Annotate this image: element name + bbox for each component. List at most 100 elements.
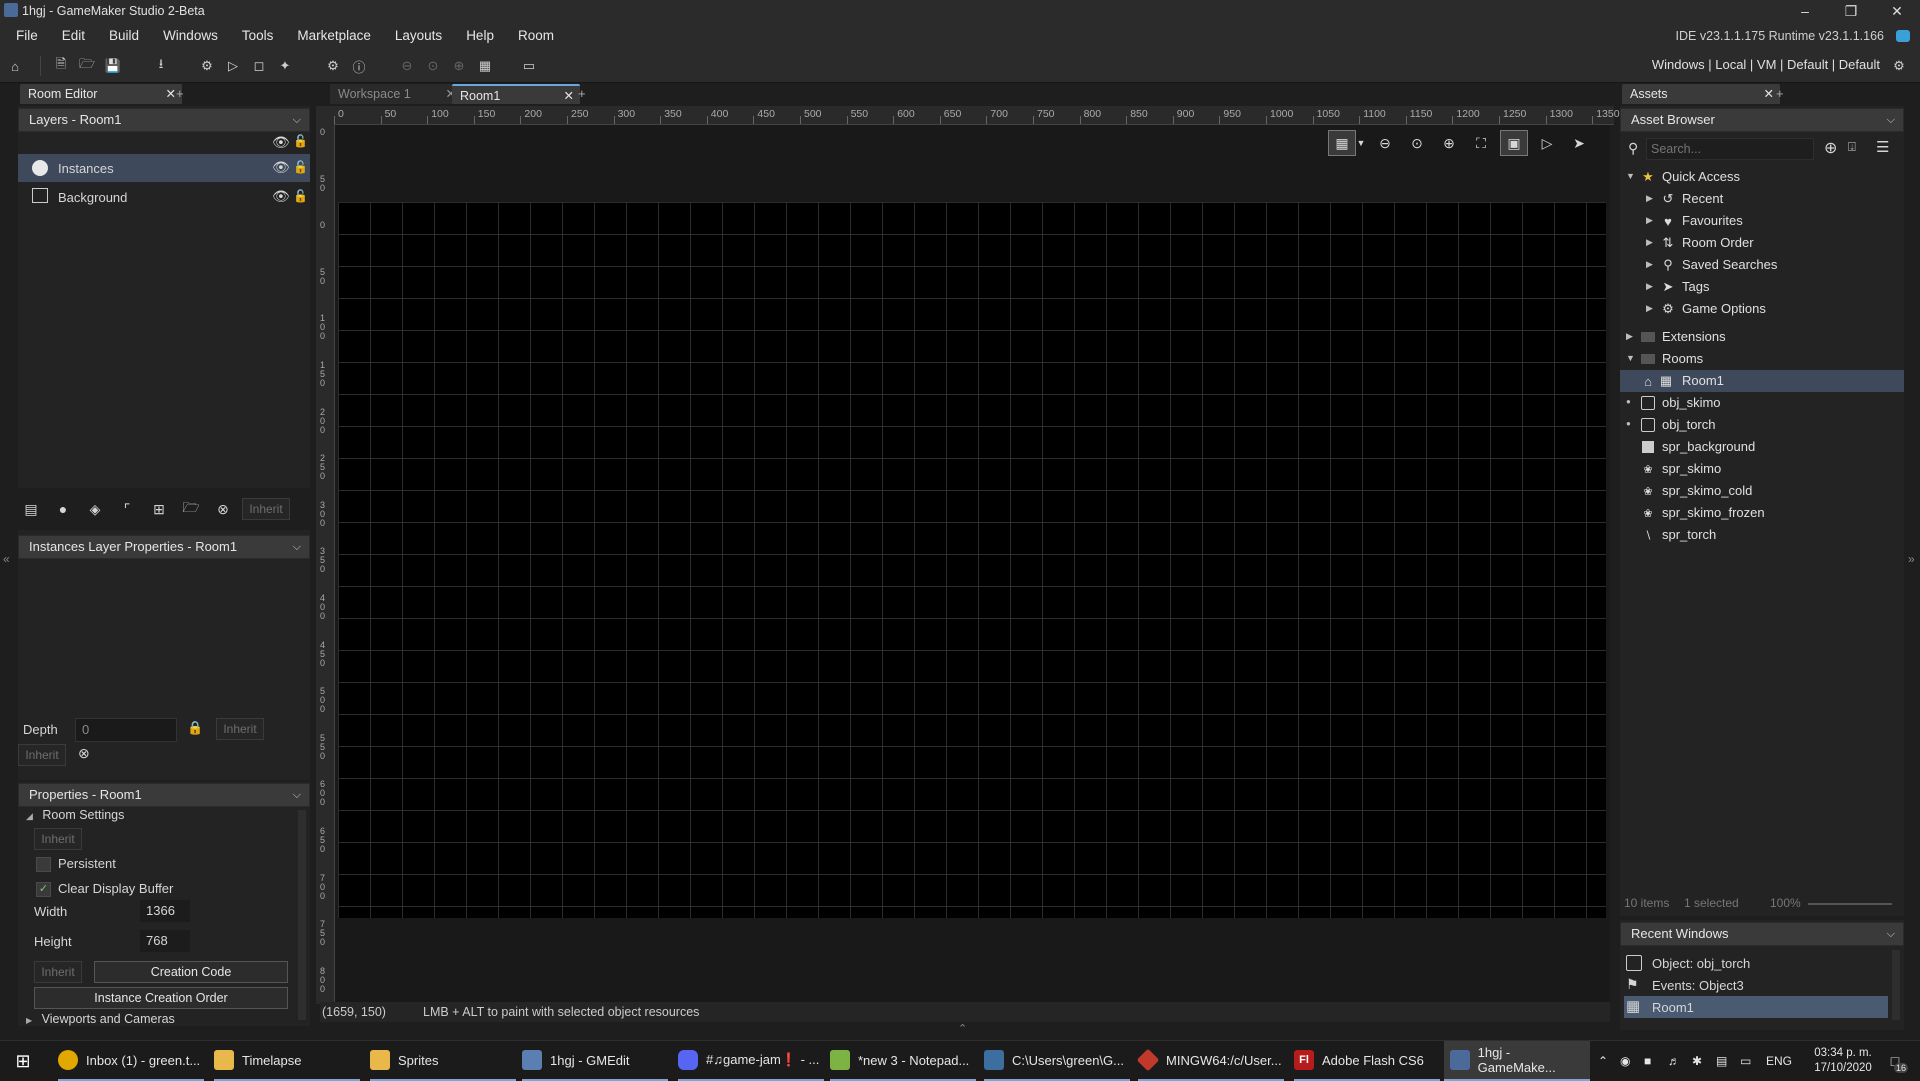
add-background-layer-icon[interactable]: ▤ [18,497,44,521]
tree-spr-background[interactable]: spr_background [1620,436,1904,458]
properties-header[interactable]: Properties - Room1 ⌵ [18,783,310,807]
add-tab-icon[interactable]: + [176,86,184,101]
tree-rooms[interactable]: ▼ Rooms [1620,348,1904,370]
tab-workspace-1[interactable]: Workspace 1 ✕ [330,84,462,104]
inherit-instances-button[interactable]: Inherit [18,744,66,766]
help-icon[interactable]: ⓘ [348,55,370,77]
inherit-depth-button[interactable]: Inherit [216,718,264,740]
properties-scrollbar[interactable] [298,810,306,1020]
persistent-checkbox[interactable] [36,857,51,872]
zoom-reset-icon[interactable]: ⊙ [422,55,444,77]
close-window-button[interactable]: ✕ [1874,0,1920,22]
run-icon[interactable]: ▷ [222,55,244,77]
search-input[interactable] [1646,138,1814,160]
menu-marketplace[interactable]: Marketplace [285,22,383,50]
layout-icon[interactable]: ▦ [474,55,496,77]
menu-help[interactable]: Help [454,22,506,50]
start-button[interactable]: ⊞ [10,1041,36,1081]
tree-spr-skimo-frozen[interactable]: ❀ spr_skimo_frozen [1620,502,1904,524]
tree-extensions[interactable]: ▶ Extensions [1620,326,1904,348]
lock-all-icon[interactable]: 🔓 [293,134,308,148]
delete-layer-icon[interactable]: ⊗ [210,497,236,521]
input-language[interactable]: ENG [1766,1041,1792,1081]
inherit-layers-button[interactable]: Inherit [242,498,290,520]
play-animation-icon[interactable]: ▷ [1534,131,1560,155]
tree-spr-skimo-cold[interactable]: ❀ spr_skimo_cold [1620,480,1904,502]
zoom-in-icon[interactable]: ⊕ [448,55,470,77]
menu-layouts[interactable]: Layouts [383,22,454,50]
tab-room-editor[interactable]: Room Editor ✕ [20,84,182,104]
new-project-icon[interactable]: 🗎 [50,55,72,77]
zoom-out-icon[interactable]: ⊖ [396,55,418,77]
tab-room1[interactable]: Room1 ✕ [452,84,580,104]
add-tile-layer-icon[interactable]: ◈ [82,497,108,521]
zoom-slider[interactable] [1808,903,1892,905]
tree-obj-torch[interactable]: ● obj_torch [1620,414,1904,436]
menu-room[interactable]: Room [506,22,566,50]
tree-spr-skimo[interactable]: ❀ spr_skimo [1620,458,1904,480]
layer-row-instances[interactable]: Instances 👁 🔓 [18,154,310,182]
taskbar-app-gamemaker[interactable]: 1hgj - GameMake... [1444,1041,1590,1081]
clean-icon[interactable]: ✦ [274,55,296,77]
recent-windows-header[interactable]: Recent Windows ⌵ [1620,922,1904,946]
clear-display-buffer-checkbox[interactable]: ✓ [36,882,51,897]
room-grid[interactable] [338,202,1606,918]
fullscreen-icon[interactable]: ▭ [518,55,540,77]
tree-spr-torch[interactable]: ∖ spr_torch [1620,524,1904,546]
tree-game-options[interactable]: ▶ ⚙ Game Options [1620,298,1904,320]
recent-item[interactable]: ▦ Room1 [1624,996,1888,1018]
taskbar-app-sprites[interactable]: Sprites [370,1041,516,1081]
taskbar-app-flash[interactable]: Fl Adobe Flash CS6 [1294,1041,1440,1081]
grid-options-chevron-icon[interactable]: ▼ [1356,131,1366,155]
show-frame-icon[interactable]: ▣ [1500,130,1528,156]
taskbar-app-gmedit[interactable]: 1hgj - GMEdit [522,1041,668,1081]
add-instance-layer-icon[interactable]: ● [50,497,76,521]
visibility-all-icon[interactable]: 👁 [272,134,290,151]
tray-gamepad-icon[interactable]: ■ [1644,1041,1651,1081]
inherit-room-settings-button[interactable]: Inherit [34,828,82,850]
game-options-icon[interactable]: ⚙ [322,55,344,77]
add-folder-icon[interactable]: 🗁 [178,497,204,521]
add-asset-layer-icon[interactable]: ⊞ [146,497,172,521]
close-tab-icon[interactable]: ✕ [166,84,176,104]
clock[interactable]: 03:34 p. m. 17/10/2020 [1808,1041,1878,1081]
zoom-reset-icon[interactable]: ⊙ [1404,131,1430,155]
collapse-right-panel-icon[interactable]: » [1908,552,1915,566]
close-tab-icon[interactable]: ✕ [564,86,574,106]
home-icon[interactable]: ⌂ [4,55,26,77]
close-tab-icon[interactable]: ✕ [1764,84,1774,104]
fit-room-icon[interactable]: ⛶ [1468,131,1494,155]
create-asset-icon[interactable]: ⊕ [1824,138,1837,158]
visibility-icon[interactable]: 👁 [272,159,290,176]
taskbar-app-mingw[interactable]: MINGW64:/c/User... [1136,1041,1284,1081]
tree-obj-skimo[interactable]: ● obj_skimo [1620,392,1904,414]
recent-item[interactable]: ⚑ Events: Object3 [1624,974,1888,996]
menu-file[interactable]: File [4,22,50,50]
zoom-in-icon[interactable]: ⊕ [1436,131,1462,155]
tree-favourites[interactable]: ▶ ♥ Favourites [1620,210,1904,232]
taskbar-app-notepad[interactable]: *new 3 - Notepad... [830,1041,976,1081]
inherit-creation-code-button[interactable]: Inherit [34,961,82,983]
layers-header[interactable]: Layers - Room1 ⌵ [18,108,310,132]
taskbar-app-explorer[interactable]: C:\Users\green\G... [984,1041,1130,1081]
depth-input[interactable]: 0 [75,718,177,742]
viewports-section[interactable]: ▶ Viewports and Cameras [26,1012,175,1026]
width-input[interactable]: 1366 [140,900,190,922]
add-tab-icon[interactable]: + [1776,86,1784,101]
minimize-button[interactable]: – [1782,0,1828,22]
export-icon[interactable]: ⭳ [150,55,172,77]
tray-network-icon[interactable]: ▤ [1716,1041,1727,1081]
menu-icon[interactable]: ☰ [1876,138,1889,156]
restore-button[interactable]: ❐ [1828,0,1874,22]
chat-icon[interactable] [1896,30,1910,42]
collapse-left-panel-icon[interactable]: « [3,552,10,566]
add-path-layer-icon[interactable]: ⌜ [114,497,140,521]
add-tab-icon[interactable]: + [578,86,586,101]
layer-row-background[interactable]: Background 👁 🔓 [18,183,310,211]
room-settings-section[interactable]: ◢ Room Settings [26,808,124,822]
instance-creation-order-button[interactable]: Instance Creation Order [34,987,288,1009]
tray-battery-icon[interactable]: ▭ [1740,1041,1751,1081]
asset-browser-header[interactable]: Asset Browser ⌵ [1620,108,1904,132]
open-project-icon[interactable]: 🗁 [76,55,98,77]
target-settings-icon[interactable]: ⚙ [1888,55,1910,77]
